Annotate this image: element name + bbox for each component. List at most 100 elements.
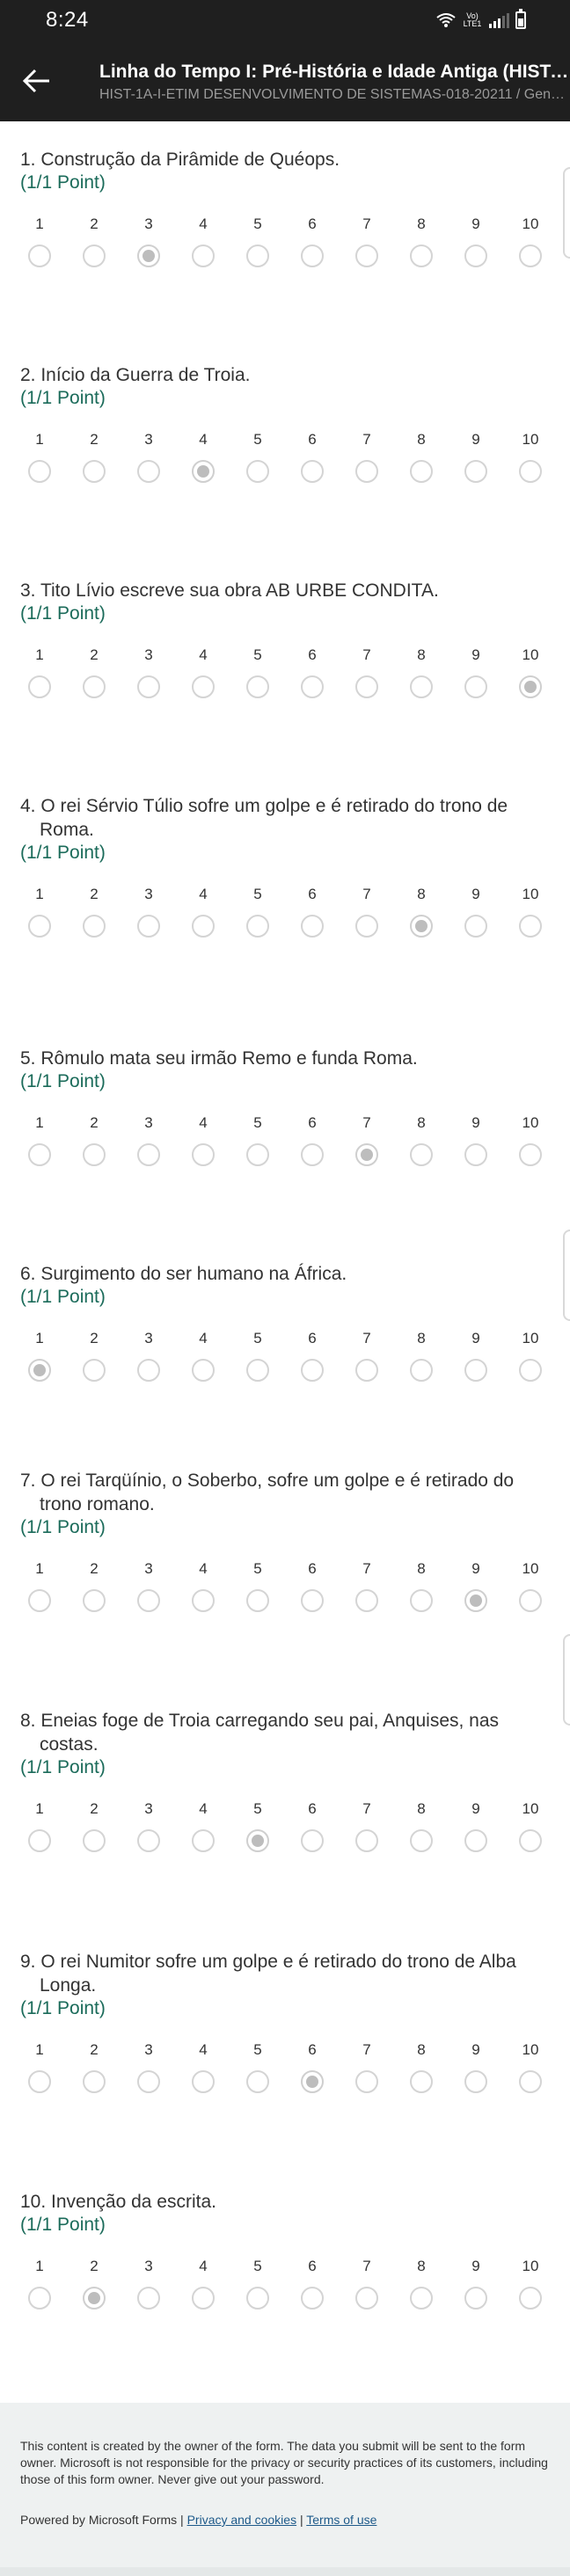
rating-option-8[interactable]: 8 xyxy=(404,1799,439,1852)
rating-option-1[interactable]: 1 xyxy=(22,430,57,483)
radio-button[interactable] xyxy=(355,244,378,267)
radio-selected[interactable] xyxy=(28,1359,51,1382)
radio-button[interactable] xyxy=(410,675,433,698)
radio-button[interactable] xyxy=(28,1143,51,1166)
rating-option-8[interactable]: 8 xyxy=(404,2257,439,2310)
radio-button[interactable] xyxy=(464,1829,487,1852)
radio-button[interactable] xyxy=(192,2287,215,2310)
rating-option-10[interactable]: 10 xyxy=(513,1799,548,1852)
rating-option-2[interactable]: 2 xyxy=(77,1329,112,1382)
rating-option-2[interactable]: 2 xyxy=(77,2257,112,2310)
radio-button[interactable] xyxy=(355,460,378,483)
radio-button[interactable] xyxy=(83,915,106,938)
rating-option-1[interactable]: 1 xyxy=(22,1559,57,1612)
rating-option-5[interactable]: 5 xyxy=(240,1329,275,1382)
radio-button[interactable] xyxy=(28,915,51,938)
radio-button[interactable] xyxy=(28,244,51,267)
rating-option-9[interactable]: 9 xyxy=(458,1329,493,1382)
rating-option-10[interactable]: 10 xyxy=(513,1329,548,1382)
radio-button[interactable] xyxy=(28,675,51,698)
scroll-edge-tab[interactable] xyxy=(563,1634,570,1726)
radio-button[interactable] xyxy=(301,1589,324,1612)
rating-option-9[interactable]: 9 xyxy=(458,1113,493,1166)
rating-option-10[interactable]: 10 xyxy=(513,885,548,938)
rating-option-7[interactable]: 7 xyxy=(349,1799,384,1852)
rating-option-3[interactable]: 3 xyxy=(131,2040,166,2093)
rating-option-1[interactable]: 1 xyxy=(22,1799,57,1852)
radio-button[interactable] xyxy=(28,460,51,483)
rating-option-10[interactable]: 10 xyxy=(513,215,548,267)
radio-button[interactable] xyxy=(464,675,487,698)
radio-button[interactable] xyxy=(28,2287,51,2310)
rating-option-5[interactable]: 5 xyxy=(240,430,275,483)
rating-option-3[interactable]: 3 xyxy=(131,1113,166,1166)
rating-option-1[interactable]: 1 xyxy=(22,215,57,267)
rating-option-3[interactable]: 3 xyxy=(131,1559,166,1612)
radio-button[interactable] xyxy=(246,675,269,698)
radio-button[interactable] xyxy=(355,915,378,938)
radio-selected[interactable] xyxy=(192,460,215,483)
radio-button[interactable] xyxy=(410,460,433,483)
rating-option-10[interactable]: 10 xyxy=(513,1559,548,1612)
rating-option-10[interactable]: 10 xyxy=(513,2040,548,2093)
radio-button[interactable] xyxy=(301,1359,324,1382)
rating-option-1[interactable]: 1 xyxy=(22,1329,57,1382)
rating-option-5[interactable]: 5 xyxy=(240,885,275,938)
rating-option-7[interactable]: 7 xyxy=(349,1329,384,1382)
rating-option-9[interactable]: 9 xyxy=(458,2040,493,2093)
radio-button[interactable] xyxy=(192,1359,215,1382)
rating-option-8[interactable]: 8 xyxy=(404,1113,439,1166)
rating-option-7[interactable]: 7 xyxy=(349,215,384,267)
radio-button[interactable] xyxy=(83,1143,106,1166)
rating-option-3[interactable]: 3 xyxy=(131,646,166,698)
radio-button[interactable] xyxy=(137,1143,160,1166)
radio-button[interactable] xyxy=(246,2070,269,2093)
rating-option-9[interactable]: 9 xyxy=(458,215,493,267)
radio-button[interactable] xyxy=(83,675,106,698)
terms-link[interactable]: Terms of use xyxy=(306,2513,376,2527)
radio-button[interactable] xyxy=(246,244,269,267)
radio-button[interactable] xyxy=(83,460,106,483)
rating-option-10[interactable]: 10 xyxy=(513,430,548,483)
radio-button[interactable] xyxy=(192,2070,215,2093)
rating-option-3[interactable]: 3 xyxy=(131,2257,166,2310)
radio-button[interactable] xyxy=(410,1359,433,1382)
radio-button[interactable] xyxy=(410,2070,433,2093)
radio-button[interactable] xyxy=(192,1143,215,1166)
radio-button[interactable] xyxy=(301,2287,324,2310)
radio-button[interactable] xyxy=(355,2070,378,2093)
radio-button[interactable] xyxy=(464,1143,487,1166)
radio-button[interactable] xyxy=(410,2287,433,2310)
radio-button[interactable] xyxy=(410,1143,433,1166)
rating-option-2[interactable]: 2 xyxy=(77,215,112,267)
rating-option-10[interactable]: 10 xyxy=(513,2257,548,2310)
radio-button[interactable] xyxy=(301,460,324,483)
privacy-link[interactable]: Privacy and cookies xyxy=(187,2513,297,2527)
radio-selected[interactable] xyxy=(83,2287,106,2310)
radio-button[interactable] xyxy=(464,2070,487,2093)
radio-button[interactable] xyxy=(246,2287,269,2310)
rating-option-10[interactable]: 10 xyxy=(513,1113,548,1166)
rating-option-5[interactable]: 5 xyxy=(240,215,275,267)
rating-option-6[interactable]: 6 xyxy=(295,2040,330,2093)
radio-button[interactable] xyxy=(519,2070,542,2093)
rating-option-4[interactable]: 4 xyxy=(186,2040,221,2093)
radio-button[interactable] xyxy=(28,2070,51,2093)
radio-button[interactable] xyxy=(519,1589,542,1612)
rating-option-6[interactable]: 6 xyxy=(295,1799,330,1852)
rating-option-7[interactable]: 7 xyxy=(349,646,384,698)
rating-option-5[interactable]: 5 xyxy=(240,1113,275,1166)
radio-selected[interactable] xyxy=(519,675,542,698)
radio-button[interactable] xyxy=(519,1359,542,1382)
rating-option-4[interactable]: 4 xyxy=(186,430,221,483)
rating-option-9[interactable]: 9 xyxy=(458,430,493,483)
radio-button[interactable] xyxy=(355,1829,378,1852)
rating-option-4[interactable]: 4 xyxy=(186,885,221,938)
radio-button[interactable] xyxy=(83,244,106,267)
rating-option-4[interactable]: 4 xyxy=(186,2257,221,2310)
radio-button[interactable] xyxy=(410,1829,433,1852)
rating-option-2[interactable]: 2 xyxy=(77,646,112,698)
rating-option-3[interactable]: 3 xyxy=(131,1329,166,1382)
rating-option-6[interactable]: 6 xyxy=(295,646,330,698)
scroll-edge-tab[interactable] xyxy=(563,167,570,259)
